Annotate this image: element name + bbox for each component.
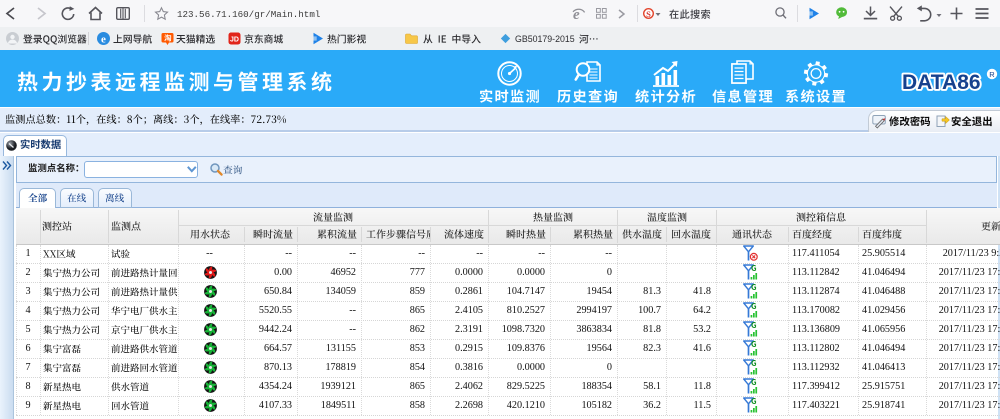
svg-text:JD: JD — [230, 36, 239, 43]
svg-text:e: e — [101, 33, 106, 45]
svg-text:R: R — [989, 70, 995, 79]
svg-text:S: S — [646, 9, 651, 19]
svg-text:DATA86: DATA86 — [902, 71, 981, 94]
